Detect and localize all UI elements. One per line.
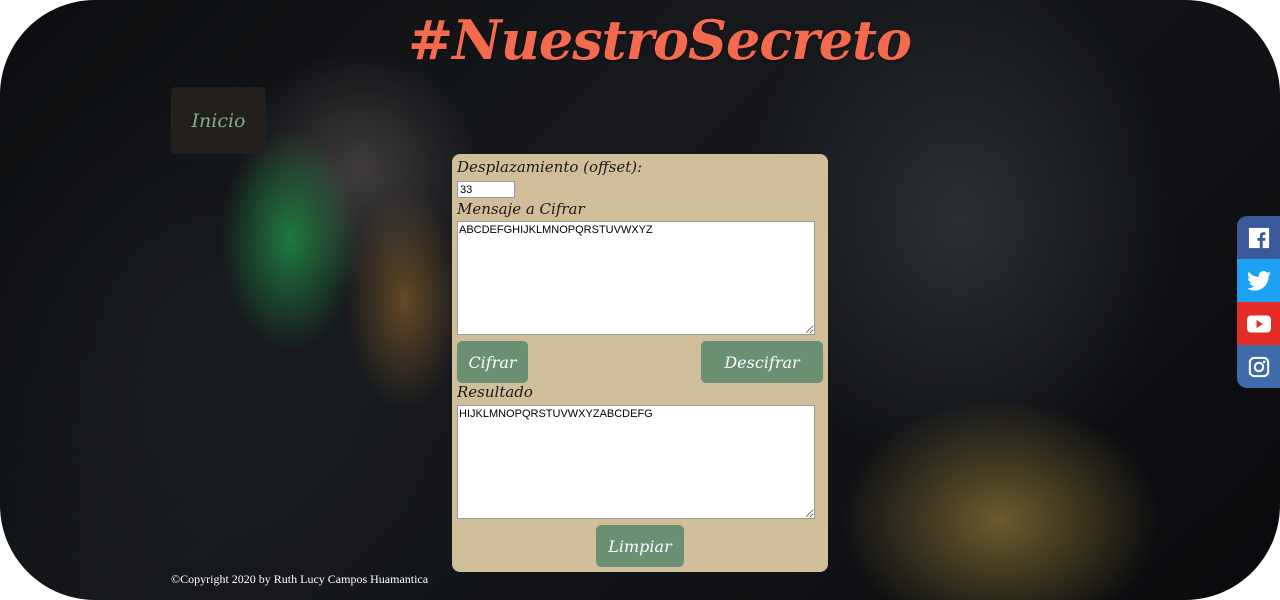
youtube-icon [1246,315,1271,332]
background-image: #NuestroSecreto Inicio Desplazamiento (o… [0,0,1280,600]
facebook-icon [1248,227,1269,248]
site-title: #NuestroSecreto [408,8,912,72]
result-label: Resultado [457,383,533,401]
descifrar-button[interactable]: Descifrar [701,341,823,383]
twitter-link[interactable] [1237,259,1280,302]
cipher-form-panel: Desplazamiento (offset): Mensaje a Cifra… [452,154,828,572]
limpiar-button[interactable]: Limpiar [596,525,684,567]
message-textarea[interactable]: ABCDEFGHIJKLMNOPQRSTUVWXYZ [457,221,815,335]
nav-inicio-button[interactable]: Inicio [171,87,266,154]
message-label: Mensaje a Cifrar [457,200,585,218]
instagram-icon [1248,356,1269,377]
facebook-link[interactable] [1237,216,1280,259]
offset-label: Desplazamiento (offset): [457,158,643,176]
cifrar-button[interactable]: Cifrar [457,341,528,383]
youtube-link[interactable] [1237,302,1280,345]
copyright-text: ©Copyright 2020 by Ruth Lucy Campos Huam… [171,572,429,586]
instagram-link[interactable] [1237,345,1280,388]
offset-input[interactable] [457,181,515,198]
result-textarea[interactable]: HIJKLMNOPQRSTUVWXYZABCDEFG [457,405,815,519]
twitter-icon [1246,270,1271,291]
